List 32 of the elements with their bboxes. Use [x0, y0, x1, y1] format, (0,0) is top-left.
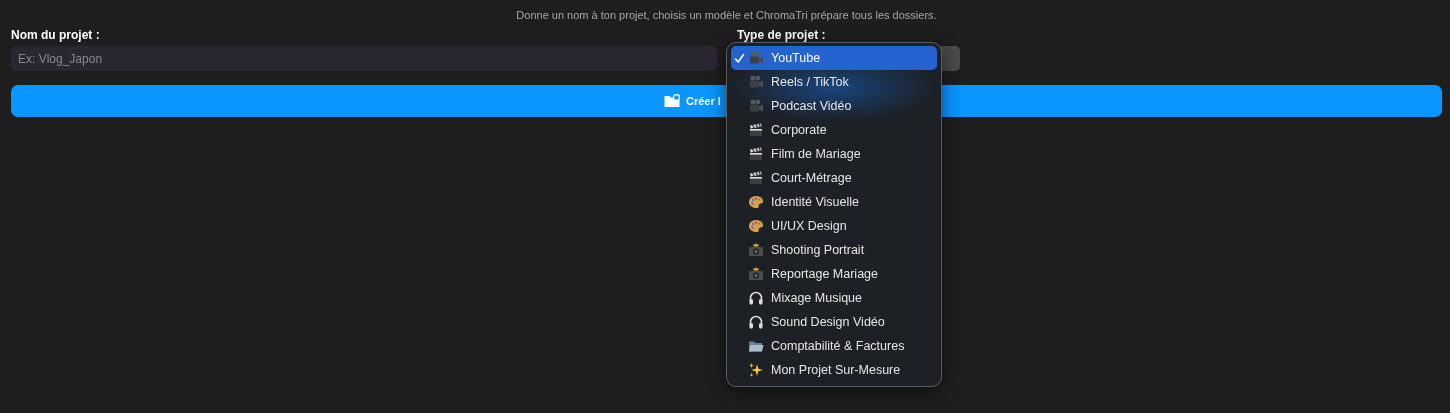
- field-label: Nom du projet :: [11, 27, 101, 44]
- field-label: Type de projet :: [737, 27, 827, 44]
- menu-item[interactable]: Shooting Portrait: [731, 238, 937, 262]
- sparkles-icon: [748, 362, 764, 378]
- movie-camera-icon: [748, 98, 764, 114]
- menu-item[interactable]: Film de Mariage: [731, 142, 937, 166]
- palette-icon: [748, 194, 764, 210]
- movie-camera-icon: [748, 74, 764, 90]
- headphones-icon: [748, 290, 764, 306]
- camera-icon: [748, 242, 764, 258]
- menu-item[interactable]: Mon Projet Sur-Mesure: [731, 358, 937, 382]
- menu-item[interactable]: Corporate: [731, 118, 937, 142]
- headphones-icon: [748, 314, 764, 330]
- clapperboard-icon: [748, 122, 764, 138]
- menu-item[interactable]: Reportage Mariage: [731, 262, 937, 286]
- menu-item[interactable]: Mixage Musique: [731, 286, 937, 310]
- checkmark-icon: [734, 52, 745, 64]
- menu-item[interactable]: Sound Design Vidéo: [731, 310, 937, 334]
- palette-icon: [748, 218, 764, 234]
- menu-item[interactable]: Identité Visuelle: [731, 190, 937, 214]
- menu-item[interactable]: Comptabilité & Factures: [731, 334, 937, 358]
- camera-icon: [748, 266, 764, 282]
- menu-item[interactable]: UI/UX Design: [731, 214, 937, 238]
- subtitle: Donne un nom à ton projet, choisis un modèle et ChromaTri prépare tous les dossiers.: [515, 8, 938, 23]
- menu-item[interactable]: Court-Métrage: [731, 166, 937, 190]
- movie-camera-icon: [748, 50, 764, 66]
- clapperboard-icon: [748, 146, 764, 162]
- folder-plus-icon: [664, 94, 680, 108]
- menu-item[interactable]: YouTube: [731, 46, 937, 70]
- menu-item[interactable]: Podcast Vidéo: [731, 94, 937, 118]
- clapperboard-icon: [748, 170, 764, 186]
- input-field[interactable]: Ex: Vlog_Japon: [11, 46, 717, 71]
